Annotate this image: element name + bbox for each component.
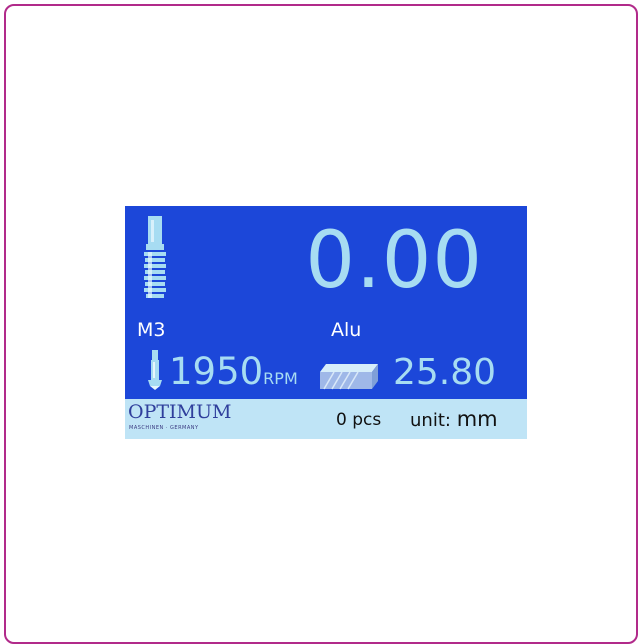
status-bar: OPTIMUM MASCHINEN · GERMANY 0 pcs unit: … xyxy=(125,399,527,439)
spindle-speed-value: 1950 xyxy=(169,350,264,393)
tap-tool-icon xyxy=(144,216,166,298)
main-value-readout: 0.00 xyxy=(305,216,483,306)
piece-count: 0 pcs xyxy=(336,410,382,430)
unit-indicator: unit: mm xyxy=(410,408,498,432)
logo-wordmark: OPTIMUM xyxy=(128,401,232,423)
drill-bit-icon xyxy=(148,350,162,390)
material-label: Alu xyxy=(331,319,362,341)
spindle-speed-unit: RPM xyxy=(263,369,298,388)
spindle-speed: 1950RPM xyxy=(169,353,298,398)
length-value-readout: 25.80 xyxy=(392,352,496,393)
unit-value: mm xyxy=(456,407,498,431)
logo-tagline: MASCHINEN · GERMANY xyxy=(129,425,199,431)
machine-display: M3 Alu 0.00 1950RPM 25.80 OPTIMUM MASCHI… xyxy=(125,206,527,439)
tap-size-label: M3 xyxy=(137,319,166,341)
unit-label: unit: xyxy=(410,410,451,431)
workpiece-block-icon xyxy=(320,364,378,390)
optimum-logo: OPTIMUM MASCHINEN · GERMANY xyxy=(128,401,243,437)
